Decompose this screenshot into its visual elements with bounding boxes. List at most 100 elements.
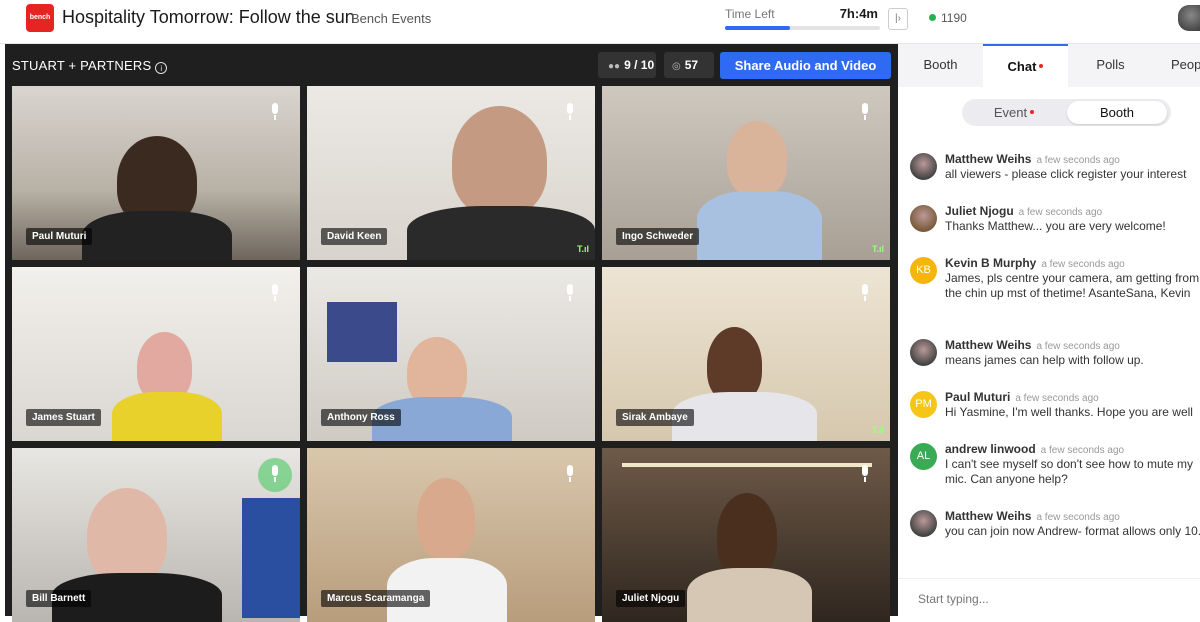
- unread-dot-icon: [1030, 110, 1035, 114]
- mic-stem: [864, 296, 866, 301]
- video-tile[interactable]: Sirak Ambaye T.ıl: [602, 267, 890, 441]
- video-tile[interactable]: David Keen T.ıl: [307, 86, 595, 260]
- avatar[interactable]: [910, 339, 937, 366]
- author-name[interactable]: Matthew Weihs: [945, 338, 1031, 352]
- chat-composer: [898, 578, 1200, 616]
- mic-capsule: [862, 465, 868, 476]
- participant-name: James Stuart: [26, 409, 101, 426]
- time-left-value: 7h:4m: [839, 6, 878, 21]
- organizer-link[interactable]: Bench Events: [351, 11, 431, 26]
- participant-name: Ingo Schweder: [616, 228, 700, 245]
- video-tile[interactable]: Anthony Ross: [307, 267, 595, 441]
- unread-dot-icon: [1039, 64, 1044, 68]
- mic-capsule: [567, 284, 573, 295]
- author-name[interactable]: Juliet Njogu: [945, 204, 1014, 218]
- mic-icon[interactable]: [270, 465, 280, 483]
- mic-icon[interactable]: [565, 465, 575, 483]
- participant-name: David Keen: [321, 228, 388, 245]
- time-left-label: Time Left: [725, 7, 775, 21]
- event-title: Hospitality Tomorrow: Follow the sun: [62, 7, 355, 27]
- mic-icon[interactable]: [860, 465, 870, 483]
- share-audio-video-button[interactable]: Share Audio and Video: [720, 52, 891, 79]
- booth-name: STUART + PARTNERS i: [12, 58, 168, 74]
- video-tile[interactable]: James Stuart: [12, 267, 300, 441]
- participant-body: [82, 211, 232, 260]
- mic-icon[interactable]: [860, 103, 870, 121]
- time-left-fill: [725, 26, 791, 30]
- online-count: 1190: [941, 11, 967, 25]
- scope-booth-button[interactable]: Booth: [1067, 101, 1167, 124]
- mic-icon[interactable]: [565, 103, 575, 121]
- bench-logo[interactable]: bench: [26, 4, 54, 32]
- tab-chat-label: Chat: [1007, 59, 1037, 74]
- scope-event-label: Event: [993, 105, 1028, 120]
- message-author: Matthew Weihs a few seconds ago: [945, 152, 1120, 166]
- viewers-badge: ◎ 57: [664, 52, 714, 78]
- collapse-icon[interactable]: |›: [888, 8, 908, 30]
- participant-name: Marcus Scaramanga: [321, 590, 431, 607]
- mic-icon[interactable]: [565, 284, 575, 302]
- video-tile[interactable]: Bill Barnett: [12, 448, 300, 622]
- participant-face: [452, 106, 547, 216]
- scope-event-button[interactable]: Event: [964, 101, 1064, 124]
- signal-icon: T.ıl: [576, 244, 589, 254]
- avatar[interactable]: PM: [910, 391, 937, 418]
- video-tile[interactable]: Ingo Schweder T.ıl: [602, 86, 890, 260]
- author-name[interactable]: Paul Muturi: [945, 390, 1010, 404]
- signal-icon: T.ıl: [871, 425, 884, 435]
- author-name[interactable]: Kevin B Murphy: [945, 256, 1036, 270]
- mic-capsule: [272, 284, 278, 295]
- avatar[interactable]: [910, 510, 937, 537]
- message-author: Matthew Weihs a few seconds ago: [945, 509, 1120, 523]
- participant-face: [87, 488, 167, 583]
- mic-stem: [274, 477, 276, 482]
- message-text: James, pls centre your camera, am gettin…: [945, 271, 1200, 300]
- seats-count: 9 / 10: [624, 58, 655, 72]
- time-left-progress: [725, 26, 880, 30]
- message-author: Matthew Weihs a few seconds ago: [945, 338, 1120, 352]
- signal-icon: T.ıl: [871, 244, 884, 254]
- avatar[interactable]: KB: [910, 257, 937, 284]
- mic-stem: [569, 115, 571, 120]
- author-name[interactable]: Matthew Weihs: [945, 509, 1031, 523]
- tab-people[interactable]: Peop: [1153, 44, 1200, 87]
- avatar[interactable]: [910, 205, 937, 232]
- video-stage: STUART + PARTNERS i ●● 9 / 10 ◎ 57 Share Au…: [5, 44, 898, 622]
- tab-chat[interactable]: Chat: [983, 44, 1068, 87]
- tab-booth[interactable]: Booth: [898, 44, 983, 87]
- chat-input[interactable]: [918, 592, 1178, 606]
- author-name[interactable]: andrew linwood: [945, 442, 1036, 456]
- message-author: Paul Muturi a few seconds ago: [945, 390, 1099, 404]
- avatar[interactable]: [1178, 5, 1200, 31]
- participant-face: [717, 493, 777, 578]
- participant-face: [727, 121, 787, 196]
- avatar[interactable]: AL: [910, 443, 937, 470]
- participant-name: Paul Muturi: [26, 228, 93, 245]
- mic-icon[interactable]: [270, 284, 280, 302]
- message-timestamp: a few seconds ago: [1036, 512, 1120, 523]
- message-timestamp: a few seconds ago: [1041, 259, 1125, 270]
- wall-painting: [327, 302, 397, 362]
- seats-badge: ●● 9 / 10: [598, 52, 656, 78]
- video-tile[interactable]: Paul Muturi: [12, 86, 300, 260]
- mic-capsule: [567, 465, 573, 476]
- wall-painting: [242, 498, 300, 618]
- participant-name: Anthony Ross: [321, 409, 401, 426]
- info-icon[interactable]: i: [155, 62, 168, 74]
- message-timestamp: a few seconds ago: [1018, 207, 1103, 218]
- message-timestamp: a few seconds ago: [1036, 341, 1120, 352]
- mic-stem: [864, 115, 866, 120]
- mic-icon[interactable]: [860, 284, 870, 302]
- tab-polls[interactable]: Polls: [1068, 44, 1153, 87]
- video-tile[interactable]: Marcus Scaramanga: [307, 448, 595, 622]
- mic-stem: [274, 296, 276, 301]
- message-text: Hi Yasmine, I'm well thanks. Hope you ar…: [945, 405, 1193, 419]
- mic-icon[interactable]: [270, 103, 280, 121]
- participant-name: Sirak Ambaye: [616, 409, 694, 426]
- video-tile[interactable]: Juliet Njogu: [602, 448, 890, 622]
- mic-capsule: [862, 284, 868, 295]
- author-name[interactable]: Matthew Weihs: [945, 152, 1031, 166]
- ceiling-light: [622, 463, 872, 467]
- message-timestamp: a few seconds ago: [1036, 155, 1120, 166]
- avatar[interactable]: [910, 153, 937, 180]
